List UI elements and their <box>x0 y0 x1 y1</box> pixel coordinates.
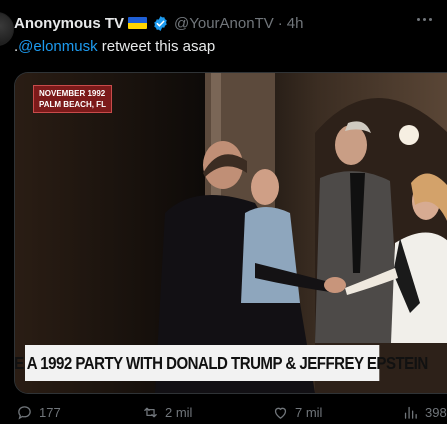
tweet-text: .@elonmusk retweet this asap <box>14 38 215 55</box>
reply-count: 177 <box>39 405 61 420</box>
retweet-icon <box>144 407 157 418</box>
like-icon <box>274 407 287 419</box>
mention-link[interactable]: @elonmusk <box>18 38 97 55</box>
avatar[interactable] <box>0 12 14 46</box>
reply-icon <box>18 406 31 420</box>
location-label: PALM BEACH, FL <box>39 100 106 109</box>
more-icon[interactable] <box>409 8 439 30</box>
tweet-header: Anonymous TV @YourAnonTV · 4h <box>14 12 303 34</box>
verified-badge-icon <box>154 15 167 31</box>
author-handle[interactable]: @YourAnonTV <box>174 15 274 32</box>
retweet-count: 2 mil <box>165 405 193 420</box>
video-caption-banner: INSIDE A 1992 PARTY WITH DONALD TRUMP & … <box>15 345 428 381</box>
like-button[interactable]: 7 mil <box>272 404 322 421</box>
reply-button[interactable]: 177 <box>16 404 61 421</box>
video-media[interactable]: NOVEMBER 1992 PALM BEACH, FL INSIDE A 19… <box>14 72 447 394</box>
ukraine-flag-icon <box>128 17 148 29</box>
tweet-actions: 177 2 mil 7 mil 398 <box>16 404 447 424</box>
like-count: 7 mil <box>295 405 323 420</box>
retweet-button[interactable]: 2 mil <box>142 404 192 421</box>
author-name[interactable]: Anonymous TV <box>14 15 124 32</box>
date-location-tag: NOVEMBER 1992 PALM BEACH, FL <box>33 85 112 113</box>
separator: · <box>277 14 283 32</box>
views-button[interactable]: 398 <box>402 404 447 421</box>
timestamp[interactable]: 4h <box>287 15 304 32</box>
views-count: 398 <box>425 405 447 420</box>
text-body: retweet this asap <box>97 38 216 55</box>
views-icon <box>404 406 417 419</box>
date-label: NOVEMBER 1992 <box>39 89 106 98</box>
